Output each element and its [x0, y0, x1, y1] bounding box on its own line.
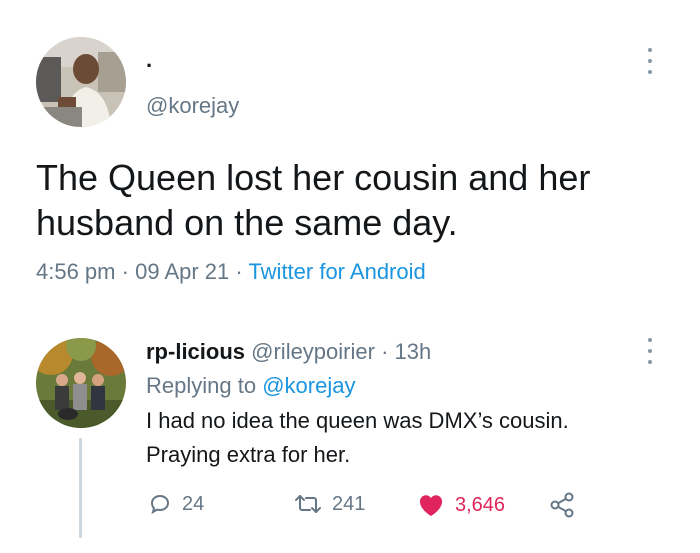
like-button[interactable]: 3,646: [417, 492, 505, 518]
reply-display-name[interactable]: rp-licious: [146, 339, 245, 364]
reply-text-line: I had no idea the queen was DMX’s cousin…: [146, 408, 569, 433]
reply-handle[interactable]: @rileypoirier: [251, 339, 375, 364]
reply-count: 24: [182, 492, 205, 515]
reply-avatar-image: [36, 338, 126, 428]
share-icon: [550, 492, 574, 518]
more-icon[interactable]: [645, 48, 655, 74]
retweet-count: 241: [332, 492, 366, 515]
replying-to-handle[interactable]: @korejay: [262, 373, 355, 398]
tweet-text-line: husband on the same day.: [36, 202, 458, 243]
reply-icon: [150, 494, 170, 515]
replying-to: Replying to @korejay: [146, 373, 355, 399]
tweet-text-line: The Queen lost her cousin and her: [36, 157, 591, 198]
tweet-meta: 4:56 pm · 09 Apr 21 · Twitter for Androi…: [36, 259, 426, 285]
meta-separator: ·: [235, 259, 243, 284]
retweet-icon: [295, 495, 321, 513]
reply-button[interactable]: 24: [148, 492, 204, 516]
reply-text: I had no idea the queen was DMX’s cousin…: [146, 404, 569, 472]
more-icon[interactable]: [645, 338, 655, 364]
like-count: 3,646: [455, 493, 506, 516]
share-button[interactable]: [548, 492, 586, 518]
meta-separator: ·: [121, 259, 129, 284]
heart-icon: [419, 495, 443, 516]
author-avatar-image: [36, 37, 126, 127]
reply-age[interactable]: 13h: [395, 339, 432, 364]
tweet-date[interactable]: 09 Apr 21: [135, 259, 229, 284]
reply-author-avatar[interactable]: [36, 338, 126, 428]
tweet-time[interactable]: 4:56 pm: [36, 259, 116, 284]
author-display-name[interactable]: .: [146, 47, 152, 73]
replying-to-label: Replying to: [146, 373, 257, 398]
tweet-source-link[interactable]: Twitter for Android: [248, 259, 425, 284]
reply-text-line: Praying extra for her.: [146, 442, 351, 467]
retweet-button[interactable]: 241: [294, 492, 365, 516]
author-handle[interactable]: @korejay: [146, 93, 239, 119]
reply-separator: ·: [381, 339, 389, 364]
author-avatar[interactable]: [36, 37, 126, 127]
reply-header: rp-licious @rileypoirier · 13h: [146, 339, 431, 365]
tweet-text: The Queen lost her cousin and her husban…: [36, 155, 590, 245]
thread-line: [79, 438, 82, 538]
